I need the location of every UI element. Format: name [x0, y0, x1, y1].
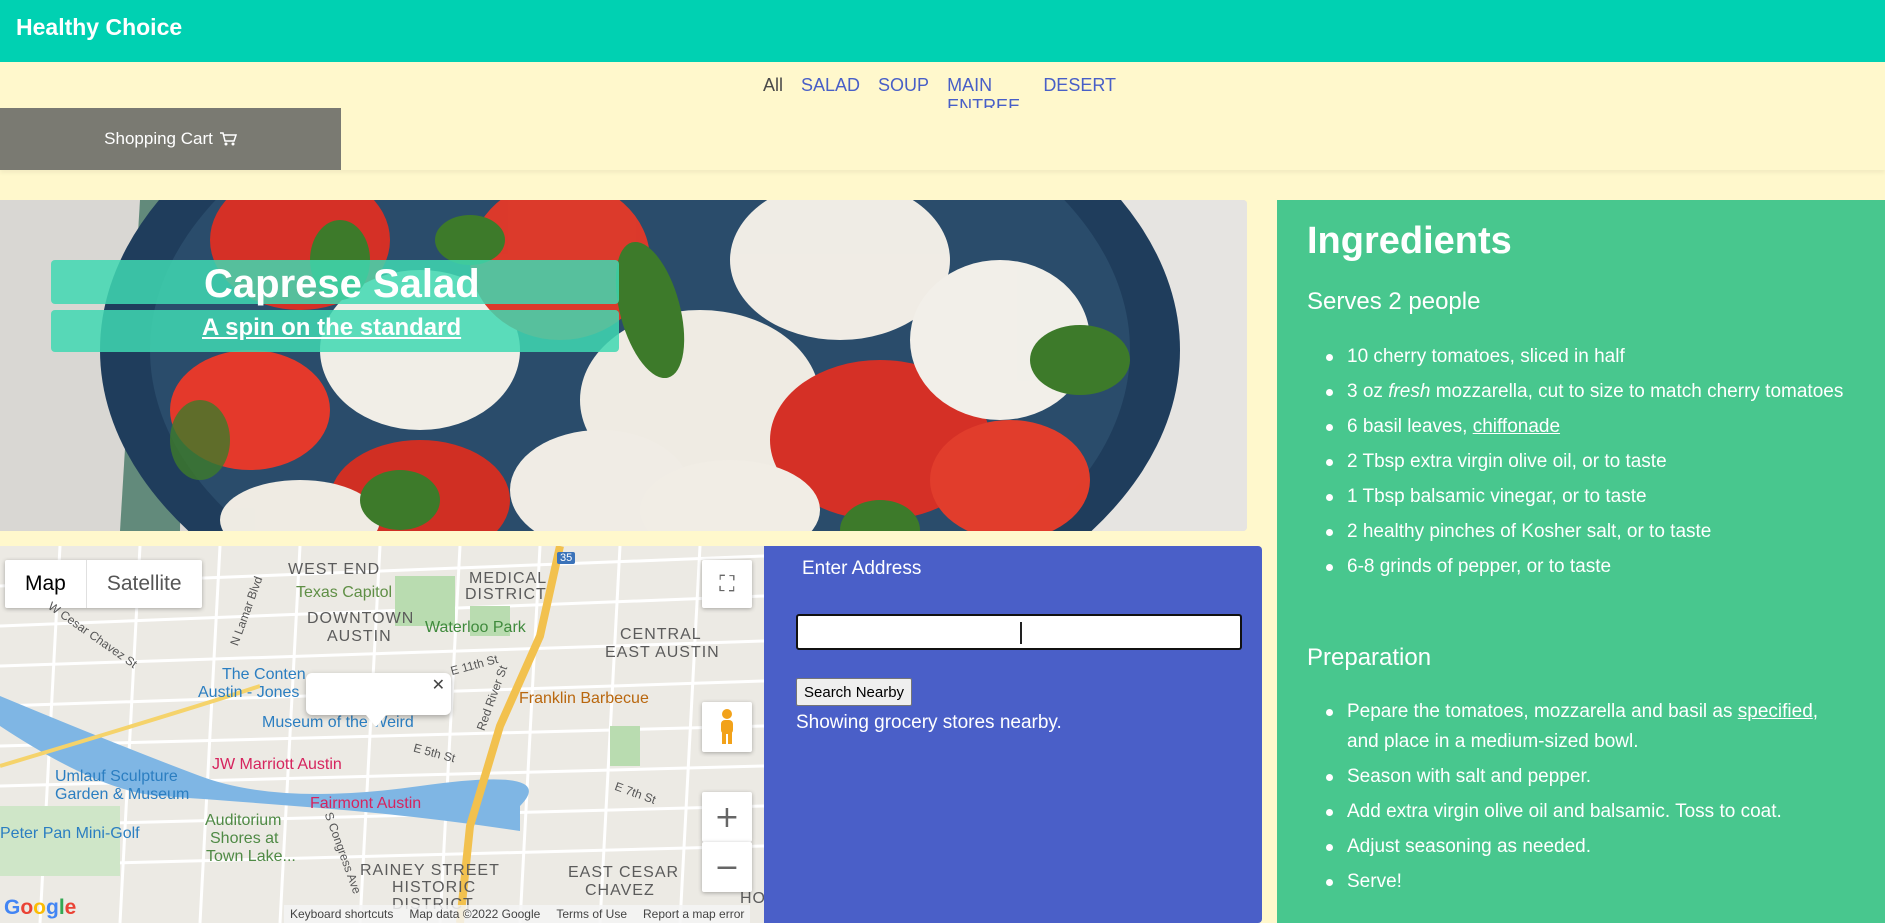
text-caret	[1020, 622, 1022, 644]
keyboard-shortcuts-link[interactable]: Keyboard shortcuts	[290, 907, 393, 921]
ingredient-item: 2 healthy pinches of Kosher salt, or to …	[1317, 517, 1852, 547]
address-label: Enter Address	[802, 558, 922, 579]
close-icon[interactable]: ✕	[432, 675, 445, 694]
tab-soup[interactable]: SOUP	[869, 62, 938, 108]
cart-icon	[219, 132, 237, 146]
cart-bar: Shopping Cart	[0, 108, 1885, 170]
serves-text: Serves 2 people	[1307, 288, 1481, 315]
map-label-chavez: CHAVEZ	[585, 882, 655, 899]
map-label-rainey: RAINEY STREET	[360, 862, 500, 879]
preparation-heading: Preparation	[1307, 644, 1432, 671]
tab-main-entree[interactable]: MAIN ENTREE	[938, 62, 1034, 116]
poi-waterloo-park[interactable]: Waterloo Park	[425, 619, 526, 637]
step-item: Pepare the tomatoes, mozzarella and basi…	[1317, 697, 1852, 757]
map-type-control: Map Satellite	[5, 560, 202, 608]
shopping-cart-label: Shopping Cart	[104, 129, 213, 148]
zoom-out-button[interactable]: −	[702, 842, 752, 892]
poi-museum-weird[interactable]: Museum of the Weird	[262, 714, 414, 732]
poi-contemporary-2[interactable]: Austin - Jones	[198, 684, 299, 702]
poi-umlauf-1[interactable]: Umlauf Sculpture	[55, 768, 178, 786]
map-label-district: DISTRICT	[465, 586, 547, 603]
map-label-medical: MEDICAL	[469, 570, 548, 587]
ingredient-item: 2 Tbsp extra virgin olive oil, or to tas…	[1317, 447, 1852, 477]
caprese-photo	[0, 200, 1247, 531]
map-label-west-end: WEST END	[288, 561, 381, 578]
poi-texas-capitol[interactable]: Texas Capitol	[296, 584, 392, 602]
google-map[interactable]: Map Satellite WEST END MEDICAL DISTRICT …	[0, 546, 764, 923]
poi-auditorium-1[interactable]: Auditorium	[205, 812, 281, 830]
interstate-35-shield: 35	[557, 552, 576, 564]
chiffonade-link[interactable]: chiffonade	[1473, 416, 1560, 437]
specified-link[interactable]: specified	[1738, 701, 1813, 722]
address-input[interactable]	[796, 614, 1242, 650]
poi-franklin-barbecue[interactable]: Franklin Barbecue	[519, 690, 649, 708]
map-label-downtown: DOWNTOWN	[307, 610, 415, 627]
poi-contemporary[interactable]: The Conten	[222, 666, 306, 684]
google-logo: Google	[4, 896, 77, 919]
preparation-list: Pepare the tomatoes, mozzarella and basi…	[1317, 697, 1852, 897]
hero-image	[0, 200, 1247, 531]
map-label-east-cesar: EAST CESAR	[568, 864, 680, 881]
tab-all[interactable]: All	[754, 62, 793, 110]
terms-link[interactable]: Terms of Use	[556, 907, 627, 921]
tab-desert[interactable]: DESERT	[1034, 62, 1125, 108]
ingredients-panel: Ingredients Serves 2 people 10 cherry to…	[1277, 200, 1885, 923]
step-item: Serve!	[1317, 867, 1852, 897]
step-item: Add extra virgin olive oil and balsamic.…	[1317, 797, 1852, 827]
poi-auditorium-2[interactable]: Shores at	[210, 830, 278, 848]
tab-salad[interactable]: SALAD	[792, 62, 869, 108]
map-label-east-austin: EAST AUSTIN	[605, 644, 720, 661]
poi-jw-marriott[interactable]: JW Marriott Austin	[212, 756, 342, 774]
map-label-austin: AUSTIN	[327, 628, 392, 645]
report-error-link[interactable]: Report a map error	[643, 907, 744, 921]
recipe-title: Caprese Salad	[204, 262, 480, 306]
top-navbar: Healthy Choice	[0, 0, 1885, 62]
search-panel: Enter Address Search Nearby Showing groc…	[764, 546, 1262, 923]
map-attribution: Keyboard shortcuts Map data ©2022 Google…	[284, 905, 751, 923]
map-data-text: Map data ©2022 Google	[409, 907, 541, 921]
pegman-icon[interactable]	[702, 702, 752, 752]
map-label-central: CENTRAL	[620, 626, 702, 643]
map-info-window[interactable]: ✕	[306, 673, 451, 727]
map-type-map[interactable]: Map	[5, 560, 87, 608]
poi-fairmont[interactable]: Fairmont Austin	[310, 795, 421, 813]
poi-peter-pan[interactable]: Peter Pan Mini-Golf	[0, 825, 140, 843]
ingredient-item: 1 Tbsp balsamic vinegar, or to taste	[1317, 482, 1852, 512]
category-nav: All SALAD SOUP MAIN ENTREE DESERT	[0, 62, 1885, 116]
map-label-historic: HISTORIC	[392, 879, 477, 896]
ingredient-item: 10 cherry tomatoes, sliced in half	[1317, 342, 1852, 372]
search-nearby-button[interactable]: Search Nearby	[796, 678, 913, 706]
category-tabs: All SALAD SOUP MAIN ENTREE DESERT	[754, 62, 1125, 116]
poi-auditorium-3[interactable]: Town Lake...	[206, 848, 296, 866]
zoom-in-button[interactable]: +	[702, 792, 752, 842]
poi-umlauf-2[interactable]: Garden & Museum	[55, 786, 189, 804]
step-item: Adjust seasoning as needed.	[1317, 832, 1852, 862]
step-item: Season with salt and pepper.	[1317, 762, 1852, 792]
fullscreen-icon[interactable]: ⛶	[702, 560, 752, 608]
ingredients-heading: Ingredients	[1307, 220, 1512, 262]
map-type-satellite[interactable]: Satellite	[87, 560, 202, 608]
search-status: Showing grocery stores nearby.	[796, 712, 1062, 733]
shopping-cart-button[interactable]: Shopping Cart	[0, 108, 341, 170]
ingredient-item: 3 oz fresh mozzarella, cut to size to ma…	[1317, 377, 1852, 407]
recipe-subtitle-link[interactable]: A spin on the standard	[202, 314, 461, 342]
ingredient-item: 6 basil leaves, chiffonade	[1317, 412, 1852, 442]
ingredient-item: 6-8 grinds of pepper, or to taste	[1317, 552, 1852, 582]
brand-logo[interactable]: Healthy Choice	[16, 14, 182, 41]
ingredient-list: 10 cherry tomatoes, sliced in half 3 oz …	[1317, 342, 1852, 582]
